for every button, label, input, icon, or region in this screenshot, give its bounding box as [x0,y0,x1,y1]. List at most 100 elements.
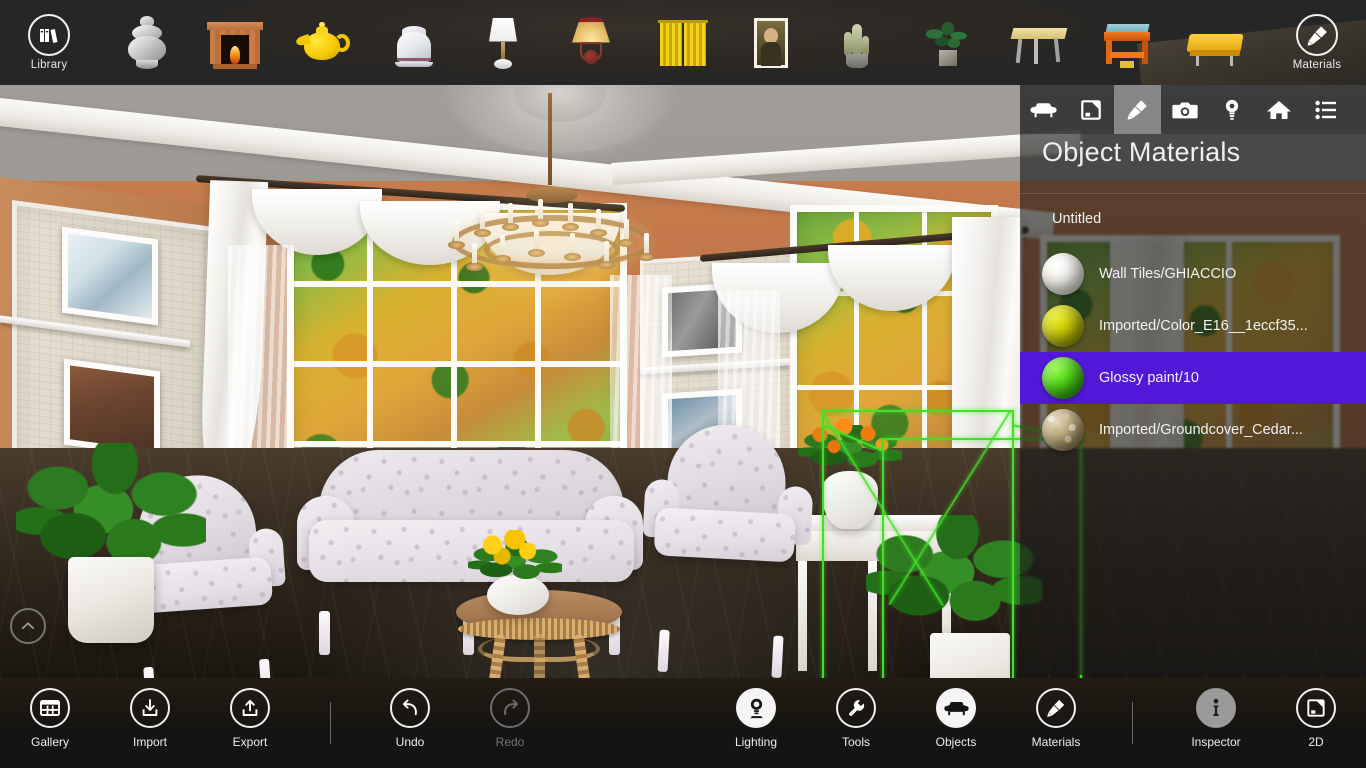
export-arrow-icon [230,688,270,728]
orange-stool-art [1096,14,1158,72]
orange-stool-thumbnail[interactable] [1084,0,1170,85]
cactus-art [828,14,890,72]
material-name: Imported/Groundcover_Cedar... [1099,422,1303,438]
wooden-table-thumbnail[interactable] [996,0,1082,85]
chandelier-rod [548,93,552,185]
redo-arrow-icon [490,688,530,728]
painting-art [740,14,802,72]
panel-tab-camera[interactable] [1161,85,1208,134]
gallery-label: Gallery [30,735,69,749]
fireplace-art [204,14,266,72]
undo-label: Undo [395,735,425,749]
mona-lisa-painting-thumbnail[interactable] [728,0,814,85]
material-swatch [1042,305,1084,347]
gallery-button[interactable]: Gallery [4,688,96,760]
sofa-icon [936,688,976,728]
shaded-lamp-thumbnail[interactable] [548,0,634,85]
lighting-label: Lighting [734,735,778,749]
inspector-label: Inspector [1191,735,1241,749]
material-row-3[interactable]: Imported/Groundcover_Cedar... [1020,404,1366,456]
paintbrush-icon [1036,688,1076,728]
materials-button[interactable]: Materials [1274,0,1360,85]
chevron-up-icon [21,622,35,630]
panel-tab-home[interactable] [1255,85,1302,134]
tools-button[interactable]: Tools [810,688,902,760]
curtains-art [652,14,714,72]
armchair-right[interactable] [642,421,814,678]
import-label: Import [132,735,167,749]
yellow-flowers [470,530,550,580]
panel-tab-floorplan[interactable] [1067,85,1114,134]
2d-label: 2D [1308,735,1324,749]
chandelier[interactable] [438,181,666,311]
library-label: Library [30,59,68,71]
objects-button[interactable]: Objects [910,688,1002,760]
panel-tab-objects[interactable] [1020,85,1067,134]
materials-list: Wall Tiles/GHIACCIO Imported/Color_E16__… [1020,248,1366,456]
tools-label: Tools [841,735,870,749]
redo-button[interactable]: Redo [464,688,556,760]
yellow-teapot-thumbnail[interactable] [280,0,366,85]
materials-label-bottom: Materials [1031,735,1081,749]
export-button[interactable]: Export [204,688,296,760]
export-label: Export [232,735,268,749]
panel-tab-list[interactable] [1302,85,1349,134]
panel-tab-bar [1020,85,1366,134]
gallery-grid-icon [30,688,70,728]
wooden-table-art [1008,14,1070,72]
library-books-icon [28,14,70,56]
orange-flowers [800,419,900,465]
cactus-plant-thumbnail[interactable] [816,0,902,85]
panel-tab-materials[interactable] [1114,85,1161,134]
materials-label: Materials [1292,59,1342,71]
material-row-2[interactable]: Glossy paint/10 [1020,352,1366,404]
plant-right-foliage [866,515,1042,645]
materials-button-bottom[interactable]: Materials [1010,688,1102,760]
armchair-right-seat [653,507,796,563]
undo-arrow-icon [390,688,430,728]
panel-tab-lighting[interactable] [1208,85,1255,134]
artwork-abstract-blue [62,226,158,326]
objects-label: Objects [935,735,977,749]
inspector-button[interactable]: Inspector [1170,688,1262,760]
redo-label: Redo [495,735,525,749]
toolbar-separator-1 [330,702,331,744]
import-arrow-icon [130,688,170,728]
panel-divider [1020,193,1366,194]
top-toolbar: Library Materials [0,0,1366,85]
yellow-curtains-thumbnail[interactable] [640,0,726,85]
paintbrush-icon [1296,14,1338,56]
table-lamp-art [472,14,534,72]
viewport-collapse-button[interactable] [10,608,46,644]
fireplace-thumbnail[interactable] [192,0,278,85]
material-name: Imported/Color_E16__1eccf35... [1099,318,1308,334]
bulb-icon [736,688,776,728]
yellow-sofa-thumbnail[interactable] [1172,0,1258,85]
plant-left-pot[interactable] [68,557,154,643]
bottom-toolbar: Gallery Import Export Undo Redo Lighting… [0,678,1366,768]
chandelier-hub [526,187,578,203]
floorplan-icon [1296,688,1336,728]
jug-art [384,14,446,72]
info-icon [1196,688,1236,728]
material-name: Glossy paint/10 [1099,370,1199,386]
2d-button[interactable]: 2D [1270,688,1362,760]
wrench-icon [836,688,876,728]
plant-right-pot[interactable] [930,633,1010,678]
silver-vase-thumbnail[interactable] [104,0,190,85]
library-button[interactable]: Library [6,0,92,85]
import-button[interactable]: Import [104,688,196,760]
teapot-art [292,14,354,72]
table-lamp-thumbnail[interactable] [460,0,546,85]
undo-button[interactable]: Undo [364,688,456,760]
material-name: Wall Tiles/GHIACCIO [1099,266,1237,282]
white-jug-thumbnail[interactable] [372,0,458,85]
toolbar-separator-2 [1132,702,1133,744]
potted-plant-thumbnail[interactable] [904,0,990,85]
material-row-0[interactable]: Wall Tiles/GHIACCIO [1020,248,1366,300]
material-swatch [1042,253,1084,295]
potted-plant-art [916,14,978,72]
material-row-1[interactable]: Imported/Color_E16__1eccf35... [1020,300,1366,352]
lighting-button[interactable]: Lighting [710,688,802,760]
object-materials-panel: Object Materials Untitled Wall Tiles/GHI… [1020,85,1366,675]
